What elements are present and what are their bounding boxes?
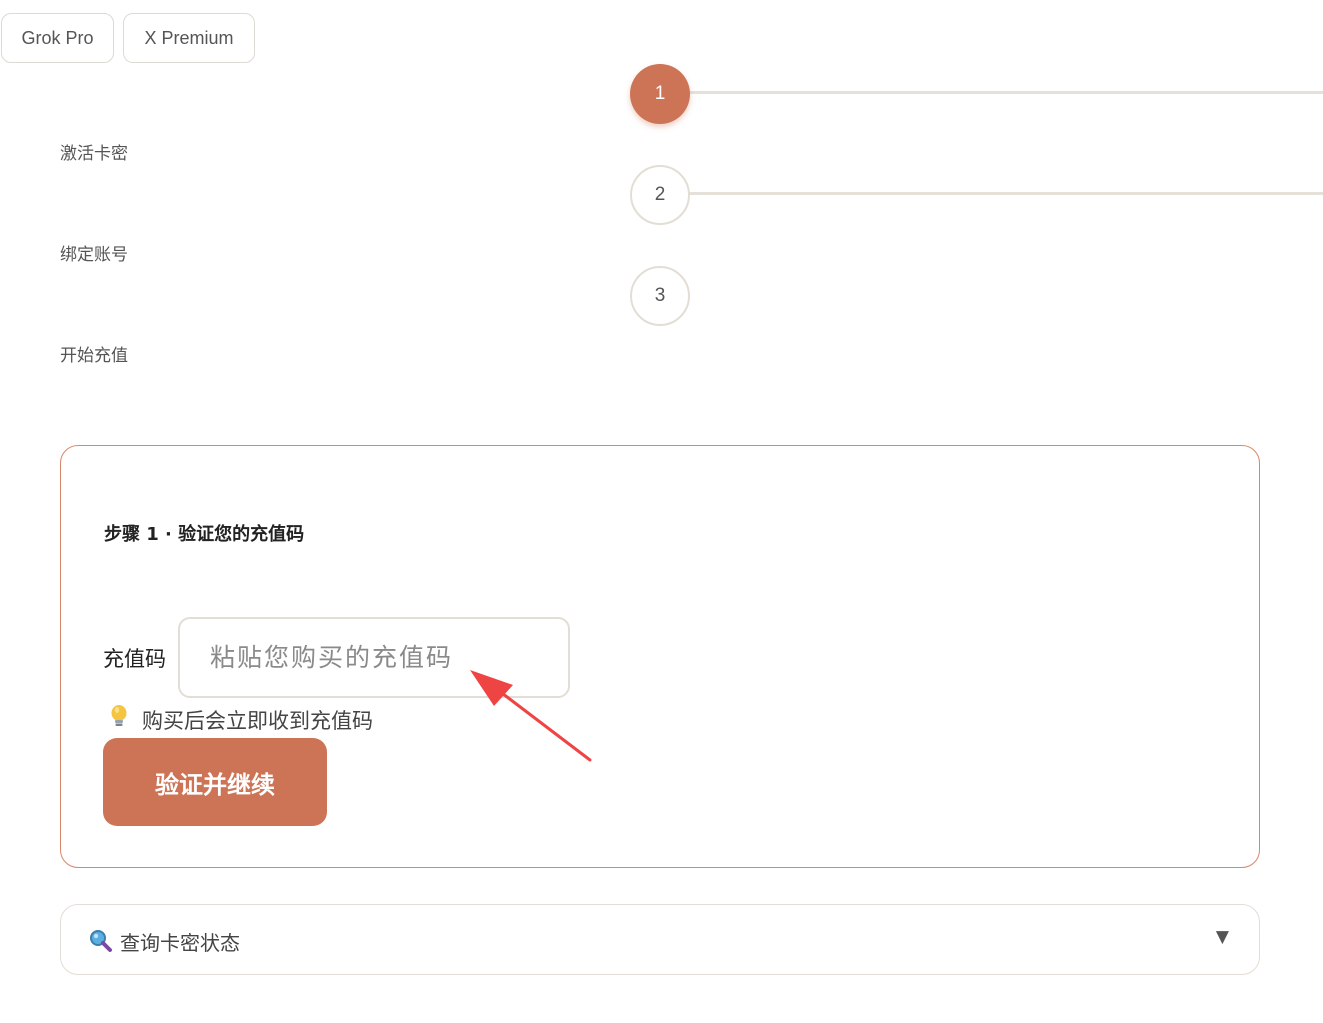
- step-2-circle: 2: [630, 165, 690, 225]
- card-title: 步骤 1 · 验证您的充值码: [104, 524, 305, 545]
- tab-x-premium[interactable]: X Premium: [123, 13, 255, 63]
- recharge-code-input[interactable]: [178, 617, 570, 698]
- recharge-code-label: 充值码: [103, 647, 166, 671]
- page-root: Grok Pro X Premium 1 2 3 激活卡密 绑定账号 开始充值 …: [0, 0, 1323, 1023]
- step-3-label: 开始充值: [60, 346, 128, 366]
- hint-text-row: 购买后会立即收到充值码: [108, 704, 373, 735]
- step-1-circle: 1: [630, 64, 690, 124]
- verify-card: 步骤 1 · 验证您的充值码 充值码 购买后会立即收到充值码 验证并继续: [60, 445, 1260, 868]
- lightbulb-icon: [108, 704, 130, 733]
- verify-continue-button[interactable]: 验证并继续: [103, 738, 327, 826]
- step-1-label: 激活卡密: [60, 144, 128, 164]
- step-connector-1: [689, 91, 1323, 94]
- magnifier-icon: [89, 929, 113, 953]
- tab-grok-pro[interactable]: Grok Pro: [1, 13, 114, 63]
- step-connector-2: [689, 192, 1323, 195]
- step-2-label: 绑定账号: [60, 245, 128, 265]
- caret-down-icon: ▼: [1215, 927, 1229, 947]
- query-card-status-toggle[interactable]: 查询卡密状态 ▼: [60, 904, 1260, 975]
- hint-text: 购买后会立即收到充值码: [142, 709, 373, 733]
- step-3-circle: 3: [630, 266, 690, 326]
- query-card-status-label: 查询卡密状态: [120, 931, 240, 955]
